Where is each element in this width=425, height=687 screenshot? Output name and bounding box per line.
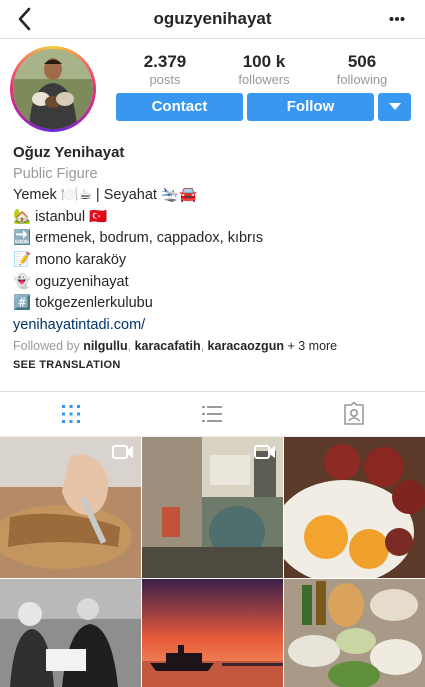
- profile-full-name: Oğuz Yenihayat: [13, 144, 125, 161]
- profile-category: Public Figure: [13, 165, 98, 182]
- following-count: 506: [347, 52, 377, 71]
- stat-following[interactable]: 506 following: [317, 52, 407, 88]
- caret-down-icon: [388, 103, 401, 110]
- followed-by[interactable]: Followed by nilgullu, karacafatih, karac…: [13, 336, 413, 358]
- followed-by-more[interactable]: + 3 more: [287, 339, 337, 353]
- following-label: following: [336, 72, 388, 87]
- separator: ,: [200, 339, 208, 354]
- bio-line: 🏡 istanbul 🇹🇷: [13, 208, 108, 225]
- bio-line: 🔜 ermenek, bodrum, cappadox, kıbrıs: [13, 230, 264, 247]
- followed-by-prefix: Followed by: [13, 339, 80, 354]
- stat-followers[interactable]: 100 k followers: [219, 52, 309, 88]
- post-thumbnail[interactable]: [142, 579, 283, 687]
- profile-tabs: [0, 391, 425, 437]
- followed-by-user[interactable]: karacaozgun: [208, 339, 284, 353]
- avatar[interactable]: [13, 49, 93, 129]
- post-thumbnail[interactable]: [142, 437, 283, 578]
- see-translation-button[interactable]: SEE TRANSLATION: [13, 359, 121, 371]
- post-thumbnail[interactable]: [0, 437, 141, 578]
- followers-count: 100 k: [242, 52, 286, 71]
- grid-icon[interactable]: [59, 402, 83, 426]
- list-icon[interactable]: [200, 402, 224, 426]
- top-bar: oguzyenihayat: [0, 0, 425, 39]
- separator: ,: [127, 339, 135, 354]
- video-icon: [254, 445, 275, 459]
- bio-line: Yemek 🍽️☕ | Seyahat 🛬🚘: [13, 187, 198, 204]
- video-icon: [112, 445, 133, 459]
- followed-by-user[interactable]: karacafatih: [135, 339, 201, 353]
- stat-posts[interactable]: 2.379 posts: [120, 52, 210, 88]
- contact-button[interactable]: Contact: [116, 93, 243, 121]
- profile-username: oguzyenihayat: [153, 9, 272, 28]
- post-thumbnail[interactable]: [284, 437, 425, 578]
- followed-by-user[interactable]: nilgullu: [83, 339, 127, 353]
- bio-line: 📝 mono karaköy: [13, 251, 127, 268]
- tagged-icon[interactable]: [342, 402, 366, 426]
- more-horizontal-icon[interactable]: [389, 16, 405, 22]
- follow-button[interactable]: Follow: [247, 93, 374, 121]
- posts-count: 2.379: [143, 52, 187, 71]
- bio-line: 👻 oguzyenihayat: [13, 273, 129, 290]
- bio-line: #️⃣ tokgezenlerkulubu: [13, 295, 153, 312]
- profile-bio: Oğuz Yenihayat Public Figure Yemek 🍽️☕ |…: [13, 142, 413, 358]
- posts-label: posts: [149, 72, 181, 87]
- post-thumbnail[interactable]: [0, 579, 141, 687]
- followers-label: followers: [238, 72, 290, 87]
- suggestions-dropdown-button[interactable]: [378, 93, 411, 121]
- post-thumbnail[interactable]: [284, 579, 425, 687]
- profile-website-link[interactable]: yenihayatintadi.com/: [13, 315, 413, 337]
- avatar-story-ring[interactable]: [10, 46, 96, 132]
